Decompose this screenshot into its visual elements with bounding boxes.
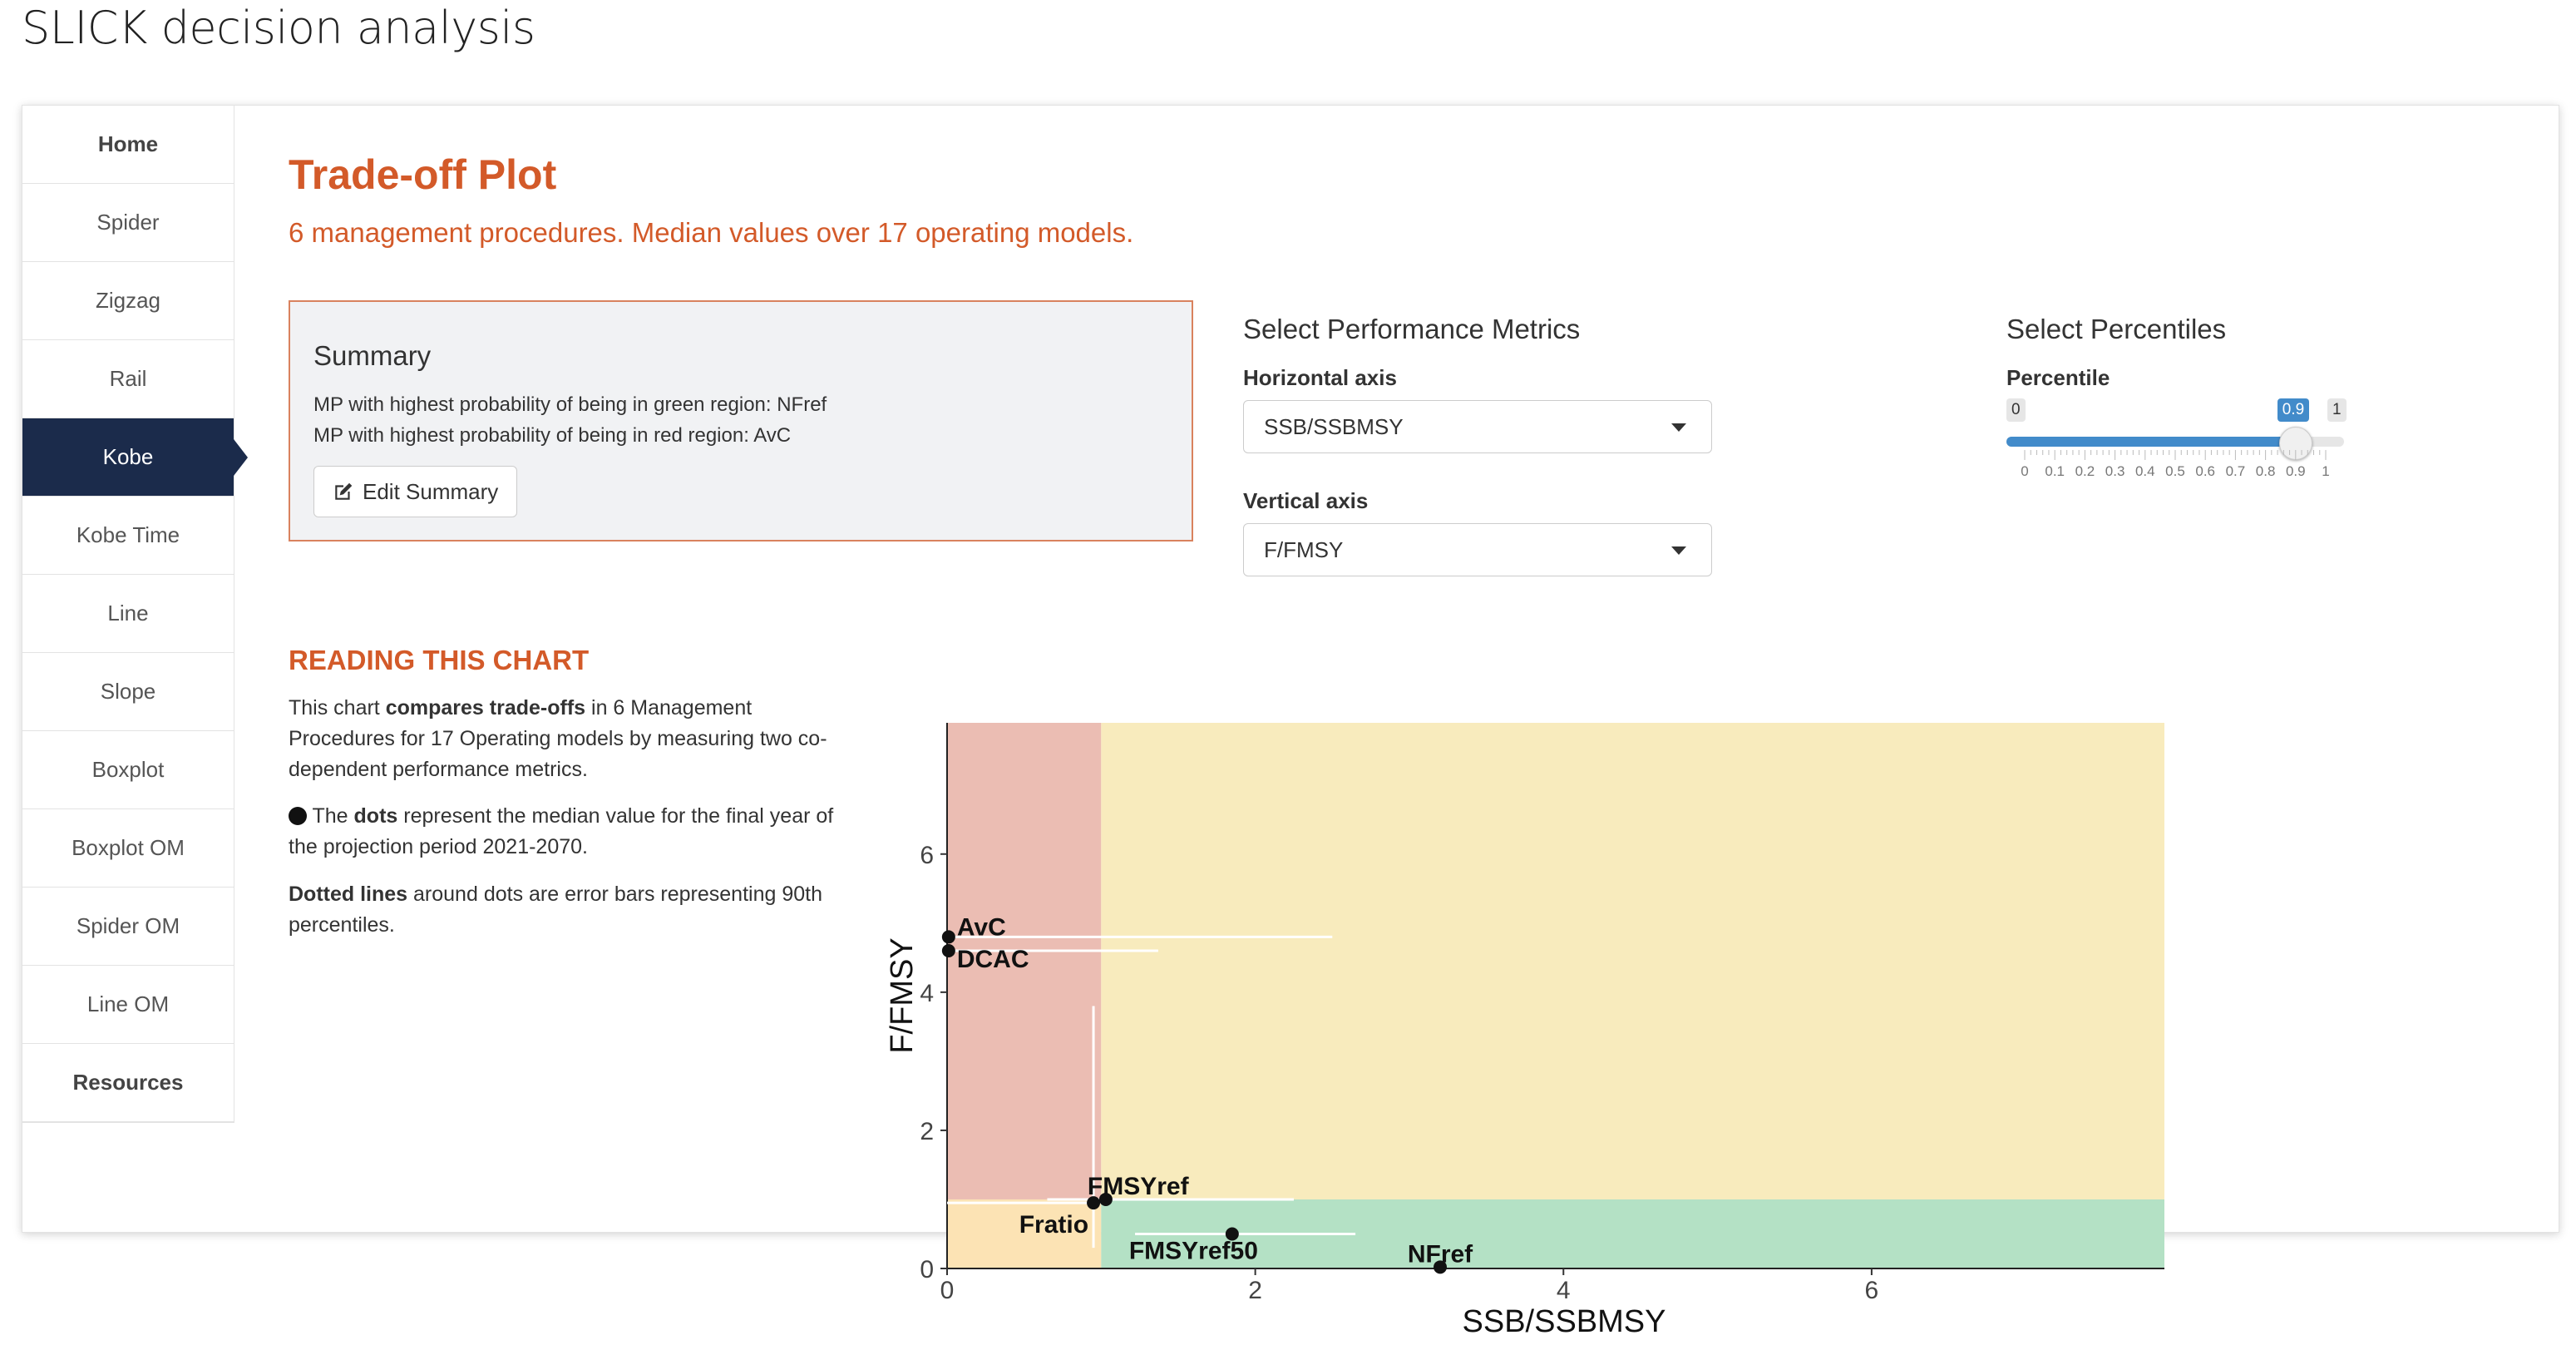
reading-heading: READING THIS CHART <box>289 645 590 675</box>
reading-paragraph-3: Dotted lines around dots are error bars … <box>289 879 837 941</box>
reading-bold: Dotted lines <box>289 883 408 906</box>
sidebar-item-kobe-time[interactable]: Kobe Time <box>22 497 234 575</box>
y-tick-label: 6 <box>920 842 934 869</box>
point-dcac <box>941 944 955 958</box>
slider-tick-label: 0.1 <box>2045 463 2065 479</box>
sidebar-item-line-om[interactable]: Line OM <box>22 966 234 1044</box>
sidebar-item-home[interactable]: Home <box>22 106 234 184</box>
percentile-label: Percentile <box>2006 365 2110 390</box>
page-subtitle: 6 management procedures. Median values o… <box>289 217 1134 248</box>
sidebar-item-spider-om[interactable]: Spider OM <box>22 888 234 966</box>
x-tick-label: 4 <box>1557 1277 1571 1304</box>
sidebar-item-spider[interactable]: Spider <box>22 184 234 262</box>
app-frame: Home Spider Zigzag Rail Kobe Kobe Time Line Slo… <box>22 105 2559 1339</box>
point-label-avc: AvC <box>957 913 1006 941</box>
slider-tick-label: 0.3 <box>2105 463 2125 479</box>
sidebar-item-boxplot[interactable]: Boxplot <box>22 731 234 809</box>
page-title: Trade-off Plot <box>289 151 557 198</box>
metrics-heading: Select Performance Metrics <box>1243 314 1581 344</box>
reading-bold: dots <box>353 804 398 828</box>
vertical-axis-select[interactable]: F/FMSY <box>1243 523 1712 576</box>
sidebar-item-resources[interactable]: Resources <box>22 1044 234 1122</box>
vertical-axis-label: Vertical axis <box>1243 488 1369 513</box>
x-tick-label: 2 <box>1248 1277 1262 1304</box>
horizontal-axis-value: SSB/SSBMSY <box>1264 413 1404 439</box>
summary-heading: Summary <box>313 340 432 371</box>
dot-icon <box>289 807 307 825</box>
slider-tick-label: 0 <box>2021 463 2029 479</box>
point-label-fmsyref: FMSYref <box>1088 1173 1190 1200</box>
slider-fill <box>2006 437 2296 447</box>
slider-max-badge: 1 <box>2327 398 2347 422</box>
point-label-fratio: Fratio <box>1019 1211 1088 1239</box>
reading-paragraph-1: This chart compares trade-offs in 6 Mana… <box>289 693 837 785</box>
slider-value-badge: 0.9 <box>2277 398 2310 422</box>
percentiles-heading: Select Percentiles <box>2006 314 2227 344</box>
slider-tick-label: 0.4 <box>2134 463 2155 479</box>
reading-bold: compares trade-offs <box>385 696 586 720</box>
sidebar-item-line[interactable]: Line <box>22 575 234 653</box>
y-tick-label: 2 <box>920 1118 934 1145</box>
app-title: SLICK decision analysis <box>22 2 535 54</box>
slider-min-badge: 0 <box>2006 398 2026 422</box>
horizontal-axis-label: Horizontal axis <box>1243 365 1397 390</box>
point-avc <box>941 930 955 944</box>
point-label-fmsyref50: FMSYref50 <box>1129 1237 1258 1264</box>
sidebar-item-boxplot-om[interactable]: Boxplot OM <box>22 809 234 888</box>
x-tick-label: 6 <box>1865 1277 1879 1304</box>
slider-tick-label: 1 <box>2322 463 2330 479</box>
vertical-axis-value: F/FMSY <box>1264 537 1344 562</box>
slider-tick-label: 0.9 <box>2285 463 2306 479</box>
slider-tick-label: 0.7 <box>2225 463 2246 479</box>
sidebar-item-kobe[interactable]: Kobe <box>22 418 248 497</box>
sidebar-item-rail[interactable]: Rail <box>22 340 234 418</box>
reading-paragraph-2: The dots represent the median value for … <box>289 801 837 863</box>
tradeoff-chart: 0 2 4 60246SSB/SSBMSYF/FMSYAvCDCACFMSYrefFr… <box>885 723 2164 1339</box>
slider-tick-label: 0.5 <box>2165 463 2185 479</box>
summary-panel: Summary MP with highest probability of b… <box>289 300 1193 541</box>
chevron-down-icon <box>1671 423 1686 432</box>
edit-summary-button[interactable]: Edit Summary <box>313 466 518 517</box>
sidebar-nav: Home Spider Zigzag Rail Kobe Kobe Time Line Slo… <box>22 106 248 1123</box>
percentile-slider[interactable]: 0 0.9 1 0 0.1 0.2 0.3 0.4 0.5 0.6 0.7 0.8 0.9 1 <box>2006 388 2364 480</box>
slider-tick-label: 0.2 <box>2075 463 2095 479</box>
sidebar-item-slope[interactable]: Slope <box>22 653 234 731</box>
summary-green-line: MP with highest probability of being in … <box>313 393 827 416</box>
sidebar-item-zigzag[interactable]: Zigzag <box>22 262 234 340</box>
edit-summary-label: Edit Summary <box>363 478 499 504</box>
x-tick-label: 0 <box>940 1277 955 1304</box>
summary-red-line: MP with highest probability of being in … <box>313 424 792 447</box>
slider-tick-label: 0.8 <box>2255 463 2276 479</box>
edit-icon <box>335 482 353 500</box>
horizontal-axis-select[interactable]: SSB/SSBMSY <box>1243 400 1712 453</box>
point-fratio <box>1087 1196 1101 1210</box>
slider-tick-label: 0.6 <box>2195 463 2216 479</box>
y-tick-label: 4 <box>920 980 934 1007</box>
x-axis-label: SSB/SSBMSY <box>1463 1304 1666 1339</box>
point-label-dcac: DCAC <box>957 946 1029 973</box>
chevron-down-icon <box>1671 546 1686 555</box>
point-label-nfref: NFref <box>1408 1240 1473 1268</box>
reading-text: This chart <box>289 696 386 720</box>
reading-text: The <box>307 804 354 828</box>
y-axis-label: F/FMSY <box>885 937 920 1053</box>
yellow-region <box>1101 723 2164 1199</box>
